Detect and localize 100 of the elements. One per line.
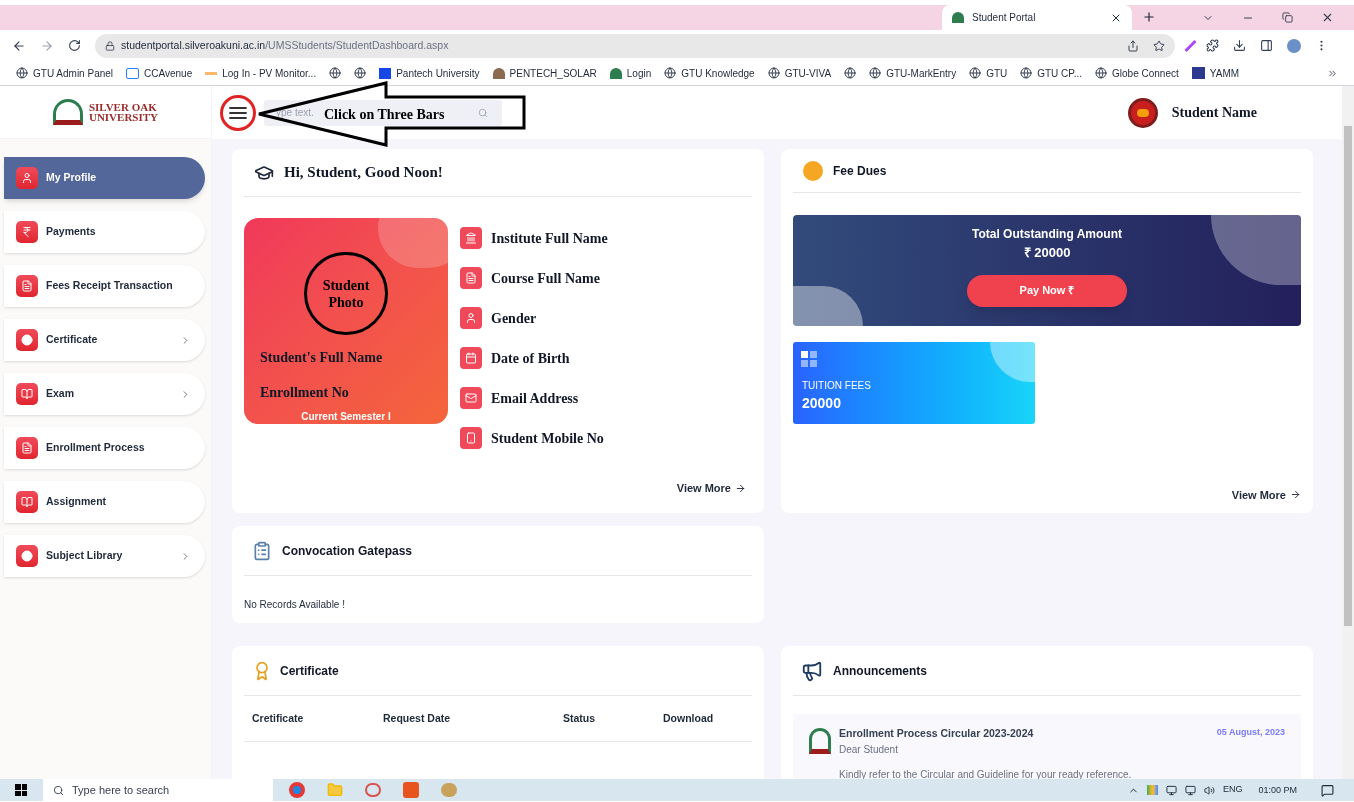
column-header: Request Date [383, 710, 452, 726]
new-tab-icon[interactable] [1142, 10, 1156, 24]
bookmark-link[interactable]: GTU Knowledge [681, 65, 755, 81]
bookmark-link[interactable]: Pantech University [396, 65, 480, 81]
document-icon [16, 437, 38, 459]
announcement-subtitle: Dear Student [839, 742, 899, 757]
bookmark-link[interactable]: GTU-VIVA [784, 65, 832, 81]
user-avatar[interactable] [1127, 97, 1158, 128]
yamm-logo-icon [1191, 67, 1205, 79]
card-heading: Certificate [280, 662, 339, 680]
megaphone-icon [801, 659, 823, 682]
extensions-icon[interactable] [1206, 39, 1219, 52]
star-icon[interactable] [1153, 39, 1165, 52]
address-bar[interactable]: studentportal.silveroakuni.ac.in/UMSStudents/StudentDashboard.aspx [95, 33, 1175, 58]
notifications-icon[interactable] [1321, 783, 1334, 797]
cloud-decoration [793, 286, 863, 326]
university-logo-icon [952, 12, 964, 23]
forward-icon[interactable] [40, 38, 54, 53]
empty-message: No Records Available ! [244, 598, 346, 612]
sidebar-item[interactable]: Exam [4, 373, 205, 415]
bookmark-link[interactable]: GTU Admin Panel [33, 65, 114, 81]
bookmark-link[interactable]: GTU CP... [1037, 65, 1083, 81]
dash-icon [205, 71, 218, 75]
globe-icon [1020, 67, 1033, 79]
column-header: Download [663, 710, 715, 726]
tuition-label: TUITION FEES [802, 379, 872, 393]
restore-icon[interactable] [1282, 12, 1293, 23]
grid-icon [801, 351, 817, 367]
share-icon[interactable] [1127, 39, 1139, 52]
network-icon[interactable] [1184, 784, 1196, 796]
detail-label: Email Address [491, 389, 579, 408]
current-semester: Current Semester I [301, 410, 391, 424]
clock[interactable]: 01:00 PM [1258, 784, 1297, 798]
column-header: Status [563, 710, 597, 726]
bank-icon [460, 227, 482, 249]
bookmark-link[interactable]: YAMM [1209, 65, 1240, 81]
bookmark-link[interactable]: CCAvenue [144, 65, 193, 81]
sidebar-item[interactable]: Fees Receipt Transaction [4, 265, 205, 307]
book-icon [16, 383, 38, 405]
sidebar-item[interactable]: Enrollment Process [4, 427, 205, 469]
bookmark-link[interactable]: Log In - PV Monitor... [222, 65, 317, 81]
view-more-link[interactable]: View More [676, 480, 746, 497]
card-heading: Fee Dues [833, 162, 887, 180]
outstanding-label: Total Outstanding Amount [972, 226, 1122, 243]
sidebar-item[interactable]: Certificate [4, 319, 205, 361]
bookmark-link[interactable]: PENTECH_SOLAR [509, 65, 597, 81]
user-name[interactable]: Student Name [1171, 102, 1257, 123]
calendar-icon [460, 347, 482, 369]
detail-label: Gender [491, 309, 537, 328]
announcement-item[interactable]: Enrollment Process Circular 2023-2024 05 August, 2023 Dear Student Kindly refer to the Circular and Guideline for your ready reference. [793, 714, 1301, 779]
sidebar-item[interactable]: My Profile [4, 157, 205, 199]
detail-label: Student Mobile No [491, 429, 604, 448]
cc-logo-icon [126, 67, 140, 79]
announcement-date: 05 August, 2023 [1216, 726, 1285, 739]
university-logo-icon [609, 67, 622, 79]
monitor-icon[interactable] [1165, 784, 1177, 796]
outstanding-amount: ₹ 20000 [1023, 244, 1071, 262]
greeting-heading: Hi, Student, Good Noon! [284, 163, 443, 183]
drive-icon[interactable] [1146, 785, 1158, 795]
globe-icon [354, 67, 367, 79]
view-more-link[interactable]: View More [1231, 486, 1301, 503]
taskbar-search-field[interactable]: Type here to search [43, 779, 273, 801]
announcement-title: Enrollment Process Circular 2023-2024 [839, 726, 1034, 741]
bookmark-link[interactable]: GTU [986, 65, 1008, 81]
bookmark-link[interactable]: GTU-MarkEntry [886, 65, 957, 81]
sidebar-item[interactable]: Subject Library [4, 535, 205, 577]
card-heading: Announcements [833, 662, 927, 680]
sidebar-item[interactable]: Assignment [4, 481, 205, 523]
volume-icon[interactable] [1203, 784, 1215, 796]
menu-button[interactable] [220, 94, 256, 131]
globe-icon [1095, 67, 1108, 79]
profile-avatar-icon[interactable] [1287, 38, 1301, 53]
globe-icon [969, 67, 982, 79]
chrome-icon[interactable] [289, 782, 305, 798]
mail-icon [460, 387, 482, 409]
app-icon[interactable] [365, 783, 381, 797]
university-crest-icon [52, 99, 83, 125]
callout-text: Click on Three Bars [324, 106, 445, 124]
arrow-right-icon [735, 482, 746, 494]
globe-icon [767, 67, 780, 79]
windows-start-icon[interactable] [15, 784, 27, 796]
search-icon [478, 107, 488, 118]
bookmark-link[interactable]: Globe Connect [1112, 65, 1179, 81]
back-icon[interactable] [12, 38, 26, 53]
announcement-body: Kindly refer to the Circular and Guideline for your ready reference. [839, 767, 1133, 779]
pay-now-button[interactable]: Pay Now ₹ [967, 274, 1127, 307]
close-icon[interactable] [1321, 11, 1334, 24]
logo-text: UNIVERSITY [88, 112, 159, 122]
card-heading: Convocation Gatepass [282, 542, 413, 560]
sidebar-item[interactable]: Payments [4, 211, 205, 253]
url-text: studentportal.silveroakuni.ac.in/UMSStudents/StudentDashboard.aspx [121, 37, 450, 53]
globe-icon [16, 67, 28, 79]
side-panel-icon[interactable] [1260, 39, 1273, 52]
reload-icon[interactable] [68, 39, 81, 52]
solar-logo-icon [492, 67, 505, 79]
language-indicator[interactable]: ENG [1222, 783, 1243, 797]
download-icon[interactable] [1233, 39, 1246, 52]
column-header: Cretificate [252, 710, 305, 726]
document-icon [16, 275, 38, 297]
bookmark-link[interactable]: Login [626, 65, 652, 81]
